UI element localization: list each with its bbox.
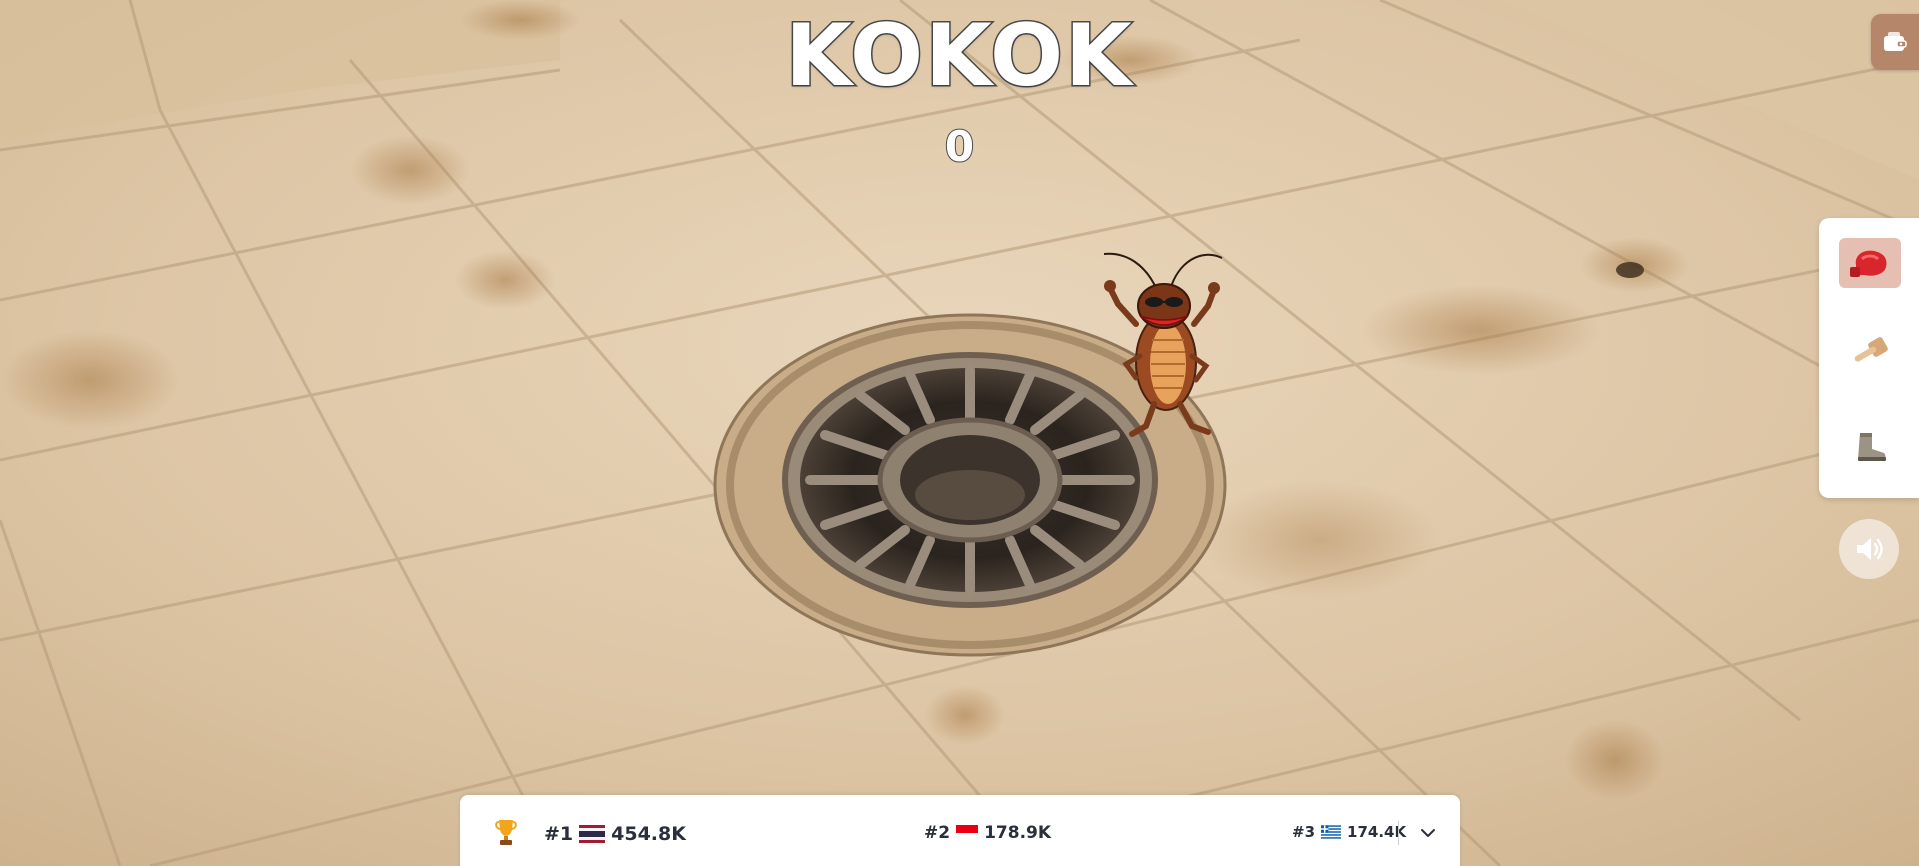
game-title: KOKOK bbox=[784, 5, 1134, 108]
leaderboard-bar: #1 454.8K #2 178.9K #3 174.4K bbox=[460, 795, 1460, 866]
indonesia-flag-icon bbox=[956, 825, 979, 841]
chevron-down-icon bbox=[1421, 829, 1435, 837]
leaderboard-score: 178.9K bbox=[984, 823, 1052, 843]
weapon-boxing-glove[interactable] bbox=[1839, 238, 1901, 288]
leaderboard-expand-button[interactable] bbox=[1416, 821, 1440, 845]
leaderboard-score: 454.8K bbox=[611, 823, 686, 845]
greece-flag-icon bbox=[1321, 825, 1342, 839]
leaderboard-entry-1: #1 454.8K bbox=[544, 823, 686, 845]
speaker-icon bbox=[1857, 538, 1883, 560]
weapon-selector-panel bbox=[1819, 218, 1919, 498]
leaderboard-rank: #3 bbox=[1292, 823, 1316, 841]
wallet-icon bbox=[1884, 32, 1907, 51]
boxing-glove-icon bbox=[1850, 250, 1887, 277]
hammer-icon bbox=[1854, 337, 1888, 362]
leaderboard-rank: #1 bbox=[544, 823, 574, 845]
leaderboard-divider bbox=[1398, 821, 1399, 845]
cockroach-character[interactable] bbox=[1096, 244, 1236, 444]
weapon-boot[interactable] bbox=[1839, 422, 1901, 472]
wallet-button[interactable] bbox=[1871, 14, 1919, 70]
score-counter: 0 bbox=[944, 121, 975, 172]
thailand-flag-icon bbox=[579, 825, 606, 843]
game-stage[interactable]: KOKOK 0 #1 454.8K #2 178.9K #3 174.4K bbox=[0, 0, 1919, 866]
trophy-icon bbox=[495, 820, 517, 845]
boot-icon bbox=[1858, 433, 1886, 461]
leaderboard-entry-3: #3 174.4K bbox=[1292, 823, 1406, 841]
leaderboard-entry-2: #2 178.9K bbox=[924, 823, 1051, 843]
weapon-hammer[interactable] bbox=[1839, 330, 1901, 380]
leaderboard-rank: #2 bbox=[924, 823, 951, 843]
sound-toggle-button[interactable] bbox=[1839, 519, 1899, 579]
